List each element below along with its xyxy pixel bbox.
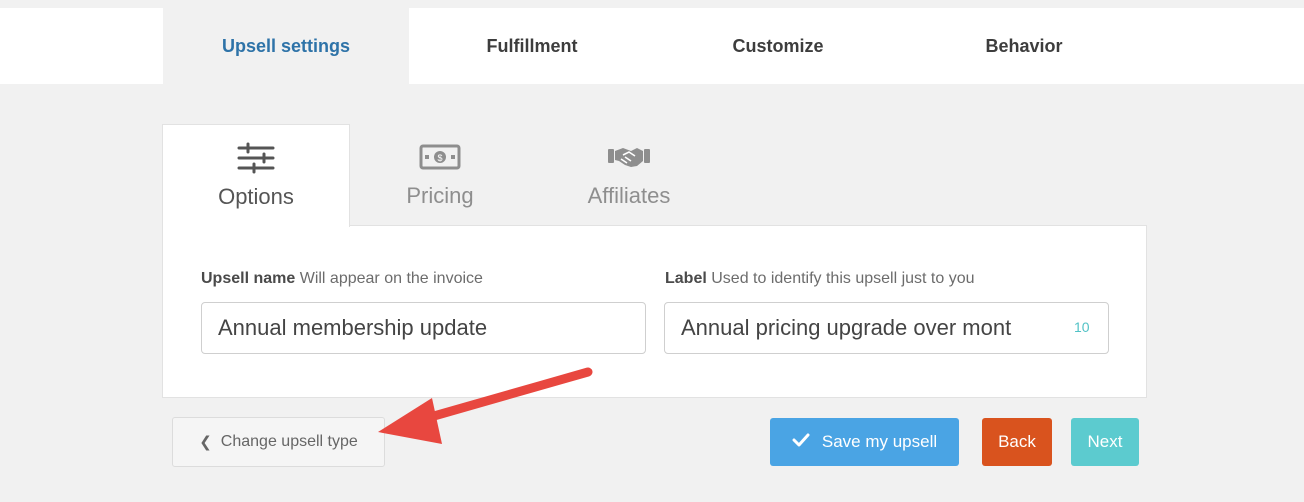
back-button[interactable]: Back (982, 418, 1052, 466)
tab-fulfillment[interactable]: Fulfillment (409, 8, 655, 84)
change-upsell-type-button[interactable]: ❮ Change upsell type (172, 417, 385, 467)
upsell-name-title: Upsell name (201, 270, 296, 287)
sliders-icon (236, 141, 276, 175)
handshake-icon (607, 140, 651, 174)
label-input[interactable]: Annual pricing upgrade over mont (664, 302, 1109, 354)
upsell-name-input[interactable]: Annual membership update (201, 302, 646, 354)
subtab-pricing-label: Pricing (406, 183, 474, 208)
label-field-hint: Used to identify this upsell just to you (711, 270, 975, 287)
label-field-label: Label Used to identify this upsell just … (665, 270, 975, 288)
next-button[interactable]: Next (1071, 418, 1139, 466)
money-icon: $ (419, 140, 461, 174)
save-upsell-label: Save my upsell (821, 432, 938, 451)
upsell-name-label: Upsell name Will appear on the invoice (201, 270, 483, 288)
change-upsell-type-label: Change upsell type (220, 433, 358, 450)
label-field-title: Label (665, 270, 707, 287)
save-upsell-button[interactable]: Save my upsell (770, 418, 959, 466)
subtab-pricing[interactable]: $ Pricing (346, 124, 534, 226)
tab-upsell-settings[interactable]: Upsell settings (163, 8, 409, 84)
tab-behavior[interactable]: Behavior (901, 8, 1147, 84)
label-char-counter: 10 (1074, 319, 1090, 335)
chevron-left-icon: ❮ (199, 434, 212, 451)
svg-text:$: $ (437, 153, 442, 163)
tab-customize[interactable]: Customize (655, 8, 901, 84)
upsell-name-hint: Will appear on the invoice (299, 270, 483, 287)
subtab-affiliates-label: Affiliates (587, 183, 671, 208)
subtab-options[interactable]: Options (162, 124, 350, 227)
subtab-affiliates[interactable]: Affiliates (535, 124, 723, 226)
checkmark-icon (792, 432, 810, 452)
subtab-options-label: Options (218, 184, 294, 209)
